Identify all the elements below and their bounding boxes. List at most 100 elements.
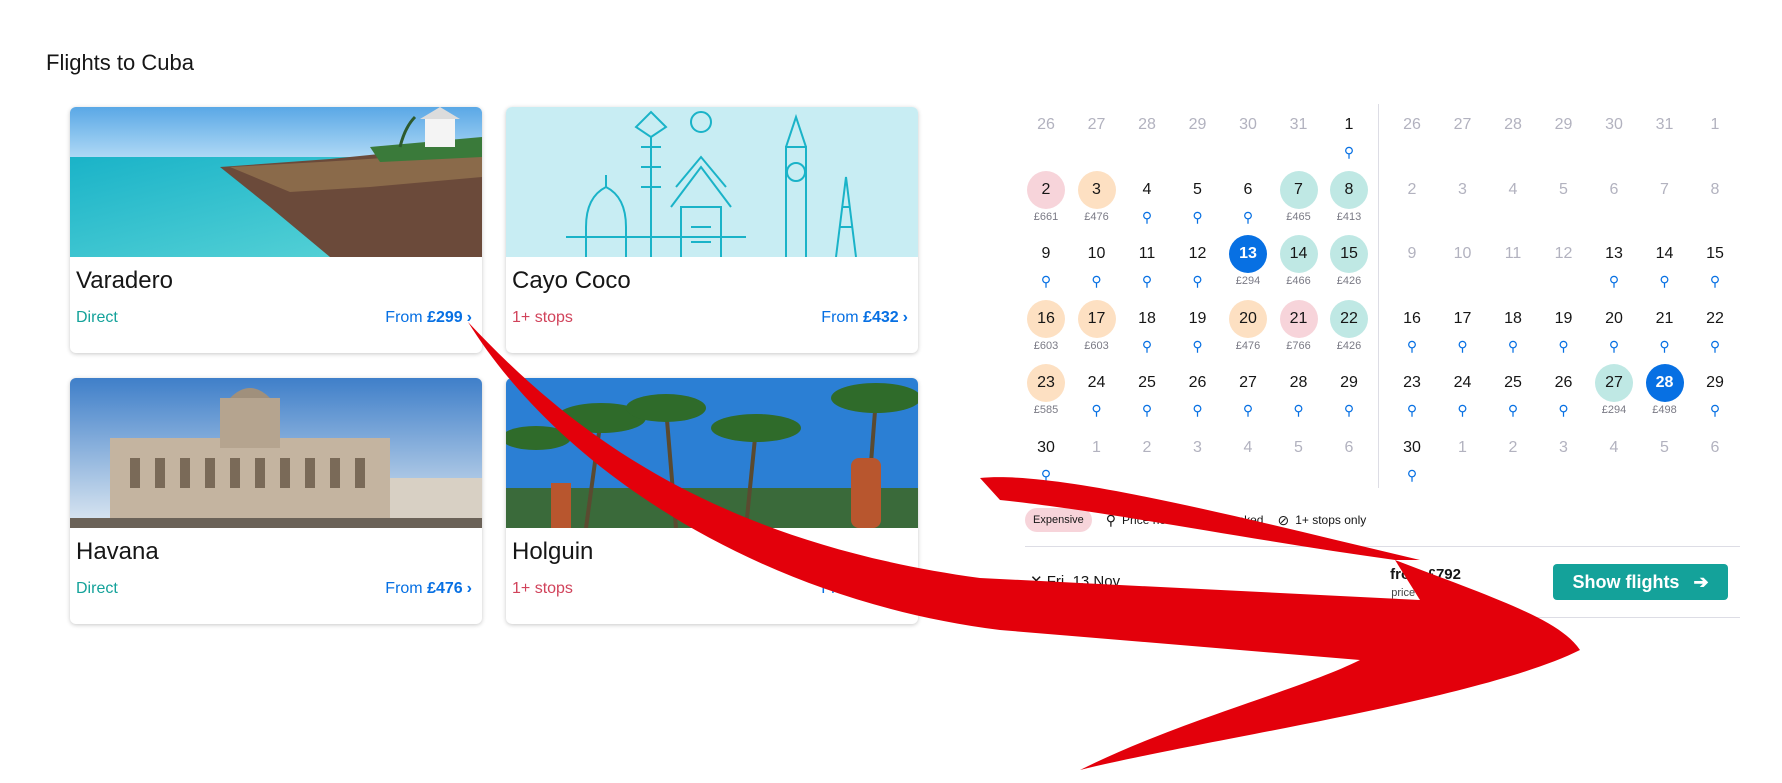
search-icon[interactable]: ⚲ xyxy=(1122,338,1172,355)
search-icon[interactable]: ⚲ xyxy=(1324,402,1374,419)
calendar-day[interactable]: 20 ⚲ xyxy=(1589,298,1639,362)
calendar-day[interactable]: 18 ⚲ xyxy=(1122,298,1172,362)
destination-card-holguin[interactable]: Holguin 1+ stops From £512 › xyxy=(506,378,918,624)
calendar-day: 3 xyxy=(1438,169,1488,233)
search-icon[interactable]: ⚲ xyxy=(1690,402,1740,419)
calendar-day[interactable]: 23 £585 xyxy=(1021,362,1071,426)
calendar-day[interactable]: 27 £294 xyxy=(1589,362,1639,426)
calendar-day[interactable]: 19 ⚲ xyxy=(1539,298,1589,362)
calendar-day-price: £413 xyxy=(1336,210,1362,223)
calendar-day[interactable]: 19 ⚲ xyxy=(1173,298,1223,362)
destination-card-varadero[interactable]: Varadero Direct From £299 › xyxy=(70,107,482,353)
calendar-day[interactable]: 4 ⚲ xyxy=(1122,169,1172,233)
search-icon[interactable]: ⚲ xyxy=(1274,402,1324,419)
search-icon[interactable]: ⚲ xyxy=(1690,273,1740,290)
calendar-day[interactable]: 27 ⚲ xyxy=(1223,362,1273,426)
calendar-day[interactable]: 25 ⚲ xyxy=(1488,362,1538,426)
destination-card-havana[interactable]: Havana Direct From £476 › xyxy=(70,378,482,624)
destination-card-cayo-coco[interactable]: Cayo Coco 1+ stops From £432 › xyxy=(506,107,918,353)
search-icon[interactable]: ⚲ xyxy=(1640,273,1690,290)
search-icon[interactable]: ⚲ xyxy=(1640,338,1690,355)
selected-date[interactable]: ✕ Fri, 13 Nov xyxy=(1030,572,1120,590)
calendar-day[interactable]: 12 ⚲ xyxy=(1173,233,1223,297)
search-icon[interactable]: ⚲ xyxy=(1387,338,1437,355)
search-icon[interactable]: ⚲ xyxy=(1589,273,1639,290)
calendar-day[interactable]: 10 ⚲ xyxy=(1072,233,1122,297)
calendar-day[interactable]: 30 ⚲ xyxy=(1021,427,1071,491)
calendar-day[interactable]: 11 ⚲ xyxy=(1122,233,1172,297)
search-icon[interactable]: ⚲ xyxy=(1223,209,1273,226)
calendar-day-number: 24 xyxy=(1453,374,1472,391)
search-icon[interactable]: ⚲ xyxy=(1539,338,1589,355)
calendar-day[interactable]: 17 £603 xyxy=(1072,298,1122,362)
calendar-day[interactable]: 3 £476 xyxy=(1072,169,1122,233)
calendar-day[interactable]: 9 ⚲ xyxy=(1021,233,1071,297)
search-icon[interactable]: ⚲ xyxy=(1021,467,1071,484)
search-icon[interactable]: ⚲ xyxy=(1021,273,1071,290)
calendar-day[interactable]: 5 ⚲ xyxy=(1173,169,1223,233)
calendar-day[interactable]: 21 £766 xyxy=(1274,298,1324,362)
calendar-day[interactable]: 22 £426 xyxy=(1324,298,1374,362)
calendar-day[interactable]: 29 ⚲ xyxy=(1690,362,1740,426)
search-icon[interactable]: ⚲ xyxy=(1589,338,1639,355)
search-icon[interactable]: ⚲ xyxy=(1690,338,1740,355)
calendar-day[interactable]: 14 ⚲ xyxy=(1640,233,1690,297)
search-icon[interactable]: ⚲ xyxy=(1173,273,1223,290)
card-price-link[interactable]: From £512 › xyxy=(821,580,908,598)
search-icon[interactable]: ⚲ xyxy=(1488,402,1538,419)
calendar-day[interactable]: 16 ⚲ xyxy=(1387,298,1437,362)
search-icon[interactable]: ⚲ xyxy=(1438,338,1488,355)
calendar-day-number: 2 xyxy=(1407,180,1417,198)
calendar-day[interactable]: 15 £426 xyxy=(1324,233,1374,297)
card-price-link[interactable]: From £476 › xyxy=(385,580,472,598)
card-price-link[interactable]: From £299 › xyxy=(385,309,472,327)
calendar-day[interactable]: 13 £294 xyxy=(1223,233,1273,297)
calendar-day[interactable]: 6 ⚲ xyxy=(1223,169,1273,233)
calendar-day[interactable]: 7 £465 xyxy=(1274,169,1324,233)
calendar-day: 26 xyxy=(1387,104,1437,168)
search-icon[interactable]: ⚲ xyxy=(1488,338,1538,355)
calendar-day[interactable]: 24 ⚲ xyxy=(1072,362,1122,426)
calendar-day[interactable]: 28 ⚲ xyxy=(1274,362,1324,426)
calendar-day[interactable]: 8 £413 xyxy=(1324,169,1374,233)
search-icon[interactable]: ⚲ xyxy=(1387,467,1437,484)
calendar-day[interactable]: 24 ⚲ xyxy=(1438,362,1488,426)
search-icon[interactable]: ⚲ xyxy=(1072,273,1122,290)
search-icon[interactable]: ⚲ xyxy=(1173,402,1223,419)
search-icon[interactable]: ⚲ xyxy=(1324,144,1374,161)
calendar-day[interactable]: 17 ⚲ xyxy=(1438,298,1488,362)
search-icon[interactable]: ⚲ xyxy=(1387,402,1437,419)
calendar-day[interactable]: 26 ⚲ xyxy=(1173,362,1223,426)
close-icon[interactable]: ✕ xyxy=(1030,573,1047,590)
calendar-day[interactable]: 14 £466 xyxy=(1274,233,1324,297)
calendar-day[interactable]: 22 ⚲ xyxy=(1690,298,1740,362)
calendar-day[interactable]: 20 £476 xyxy=(1223,298,1273,362)
calendar-day[interactable]: 18 ⚲ xyxy=(1488,298,1538,362)
calendar-day[interactable]: 30 ⚲ xyxy=(1387,427,1437,491)
calendar-day[interactable]: 23 ⚲ xyxy=(1387,362,1437,426)
search-icon[interactable]: ⚲ xyxy=(1072,402,1122,419)
search-icon[interactable]: ⚲ xyxy=(1122,273,1172,290)
calendar-day-number: 2 xyxy=(1027,170,1065,209)
calendar-day[interactable]: 28 £498 xyxy=(1640,362,1690,426)
calendar-day[interactable]: 16 £603 xyxy=(1021,298,1071,362)
calendar-day[interactable]: 13 ⚲ xyxy=(1589,233,1639,297)
search-icon[interactable]: ⚲ xyxy=(1223,402,1273,419)
calendar-day[interactable]: 26 ⚲ xyxy=(1539,362,1589,426)
calendar-day-number: 28 xyxy=(1504,116,1522,133)
calendar-day[interactable]: 2 £661 xyxy=(1021,169,1071,233)
search-icon[interactable]: ⚲ xyxy=(1173,338,1223,355)
calendar-day[interactable]: 25 ⚲ xyxy=(1122,362,1172,426)
search-icon[interactable]: ⚲ xyxy=(1122,402,1172,419)
calendar-day[interactable]: 1 ⚲ xyxy=(1324,104,1374,168)
calendar-day[interactable]: 29 ⚲ xyxy=(1324,362,1374,426)
show-flights-button[interactable]: Show flights ➔ xyxy=(1553,564,1728,600)
search-icon[interactable]: ⚲ xyxy=(1539,402,1589,419)
calendar-day[interactable]: 21 ⚲ xyxy=(1640,298,1690,362)
card-price-link[interactable]: From £432 › xyxy=(821,309,908,327)
search-icon[interactable]: ⚲ xyxy=(1438,402,1488,419)
search-icon[interactable]: ⚲ xyxy=(1122,209,1172,226)
calendar-day-price: £603 xyxy=(1084,339,1109,352)
calendar-day[interactable]: 15 ⚲ xyxy=(1690,233,1740,297)
search-icon[interactable]: ⚲ xyxy=(1173,209,1223,226)
